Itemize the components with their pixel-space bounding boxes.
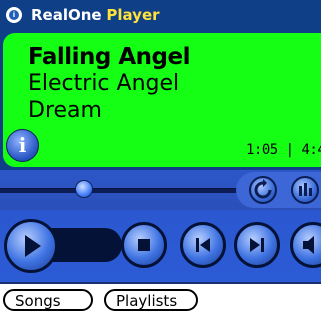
tab-songs[interactable]: Songs [3, 289, 93, 311]
album-name: Dream [28, 98, 102, 123]
artist-name: Electric Angel [28, 71, 180, 96]
seek-slider-knob[interactable] [75, 180, 93, 198]
play-button[interactable] [4, 219, 58, 273]
previous-button[interactable] [180, 222, 226, 268]
time-display: 1:05 | 4:44 [246, 142, 321, 158]
info-button[interactable]: i [6, 129, 39, 162]
seek-track[interactable] [0, 188, 240, 193]
volume-button[interactable] [290, 222, 321, 268]
equalizer-button[interactable] [291, 176, 319, 204]
info-icon: i [18, 133, 27, 157]
play-icon [25, 235, 41, 257]
app-name: RealOne [31, 6, 102, 24]
title-bar: i RealOne Player [0, 0, 321, 30]
stop-icon [138, 239, 150, 251]
equalizer-icon [299, 183, 312, 196]
stop-button[interactable] [121, 222, 167, 268]
volume-icon [303, 236, 314, 254]
track-title: Falling Angel [28, 44, 191, 70]
repeat-button[interactable] [249, 176, 277, 204]
app-title: RealOne Player [31, 5, 160, 25]
next-button[interactable] [234, 222, 280, 268]
next-icon [250, 238, 264, 252]
app-suffix: Player [106, 6, 160, 24]
realone-logo-icon: i [6, 7, 22, 23]
repeat-icon [254, 179, 272, 199]
tab-playlists[interactable]: Playlists [104, 289, 198, 311]
previous-icon [196, 238, 210, 252]
